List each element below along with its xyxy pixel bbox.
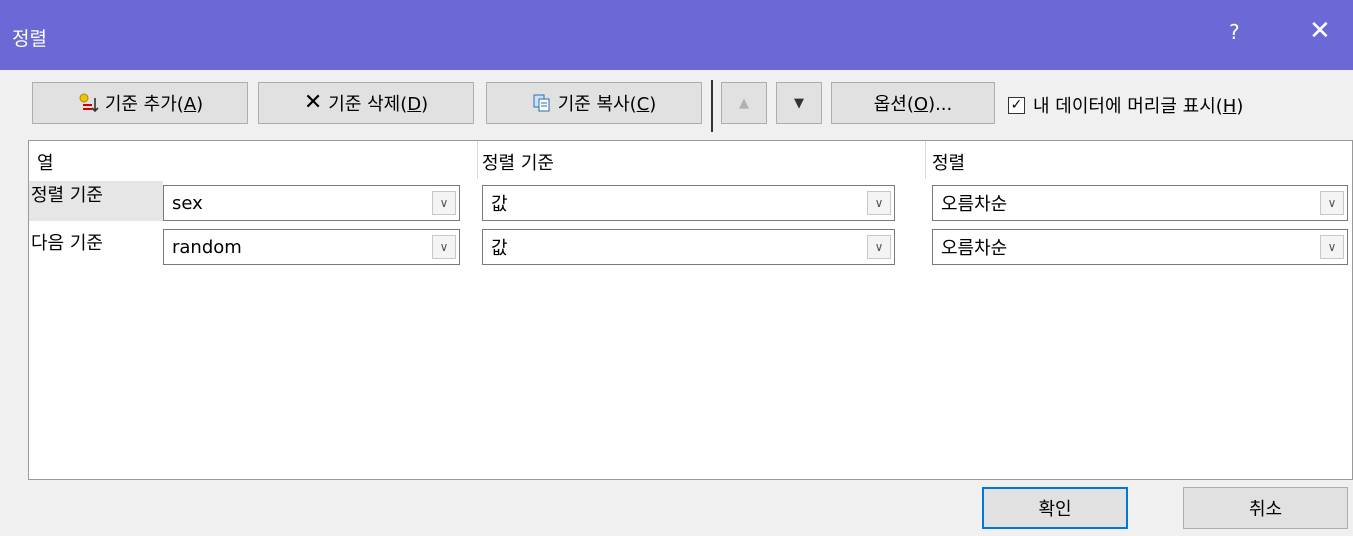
sort-on-select[interactable]: 값 ∨ xyxy=(482,229,895,265)
chevron-down-icon[interactable]: ∨ xyxy=(1320,235,1344,259)
copy-level-button[interactable]: 기준 복사(C) xyxy=(486,82,702,124)
column-header: 열 xyxy=(37,153,54,174)
column-select[interactable]: sex ∨ xyxy=(163,185,460,221)
header-row-label: 내 데이터에 머리글 표시(H) xyxy=(1033,96,1244,117)
toolbar-separator xyxy=(711,80,713,132)
title-bar: 정렬 ? ✕ xyxy=(0,0,1353,70)
column-divider xyxy=(477,141,478,179)
order-value: 오름차순 xyxy=(941,194,1008,215)
sort-on-header: 정렬 기준 xyxy=(482,153,554,174)
close-button[interactable]: ✕ xyxy=(1309,16,1331,46)
add-level-icon xyxy=(79,93,99,113)
order-header: 정렬 xyxy=(932,153,966,174)
checkbox-box[interactable]: ✓ xyxy=(1008,96,1025,114)
header-row-checkbox[interactable]: ✓ 내 데이터에 머리글 표시(H) xyxy=(1008,92,1243,118)
delete-level-label: 기준 삭제(D) xyxy=(328,94,429,115)
sort-on-value: 값 xyxy=(491,194,508,215)
sort-on-select[interactable]: 값 ∨ xyxy=(482,185,895,221)
add-level-label: 기준 추가(A) xyxy=(104,94,204,115)
order-select[interactable]: 오름차순 ∨ xyxy=(932,229,1348,265)
order-value: 오름차순 xyxy=(941,238,1008,259)
chevron-down-icon[interactable]: ∨ xyxy=(867,235,891,259)
check-mark-icon: ✓ xyxy=(1010,97,1023,113)
column-divider xyxy=(925,141,926,179)
dialog-title: 정렬 xyxy=(12,28,47,50)
column-select[interactable]: random ∨ xyxy=(163,229,460,265)
sort-levels-grid: 열 정렬 기준 정렬 정렬 기준 sex ∨ 값 ∨ 오름차순 ∨ 다음 기준 … xyxy=(28,140,1353,480)
ok-button[interactable]: 확인 xyxy=(982,487,1128,529)
chevron-down-icon[interactable]: ∨ xyxy=(1320,191,1344,215)
delete-icon: ✕ xyxy=(303,90,323,115)
cancel-button[interactable]: 취소 xyxy=(1183,487,1348,529)
row-label: 다음 기준 xyxy=(31,233,103,254)
chevron-down-icon[interactable]: ∨ xyxy=(867,191,891,215)
move-down-button[interactable]: ▼ xyxy=(776,82,822,124)
order-select[interactable]: 오름차순 ∨ xyxy=(932,185,1348,221)
add-level-button[interactable]: 기준 추가(A) xyxy=(32,82,248,124)
row-label: 정렬 기준 xyxy=(29,181,163,221)
delete-level-button[interactable]: ✕ 기준 삭제(D) xyxy=(258,82,474,124)
options-label: 옵션(O)... xyxy=(873,94,953,115)
chevron-down-icon[interactable]: ∨ xyxy=(432,191,456,215)
column-value: sex xyxy=(172,192,203,214)
options-button[interactable]: 옵션(O)... xyxy=(831,82,995,124)
move-up-button[interactable]: ▲ xyxy=(721,82,767,124)
copy-level-label: 기준 복사(C) xyxy=(557,94,657,115)
help-button[interactable]: ? xyxy=(1229,20,1240,44)
copy-icon xyxy=(533,94,550,112)
column-value: random xyxy=(172,236,242,258)
chevron-down-icon[interactable]: ∨ xyxy=(432,235,456,259)
sort-on-value: 값 xyxy=(491,238,508,259)
